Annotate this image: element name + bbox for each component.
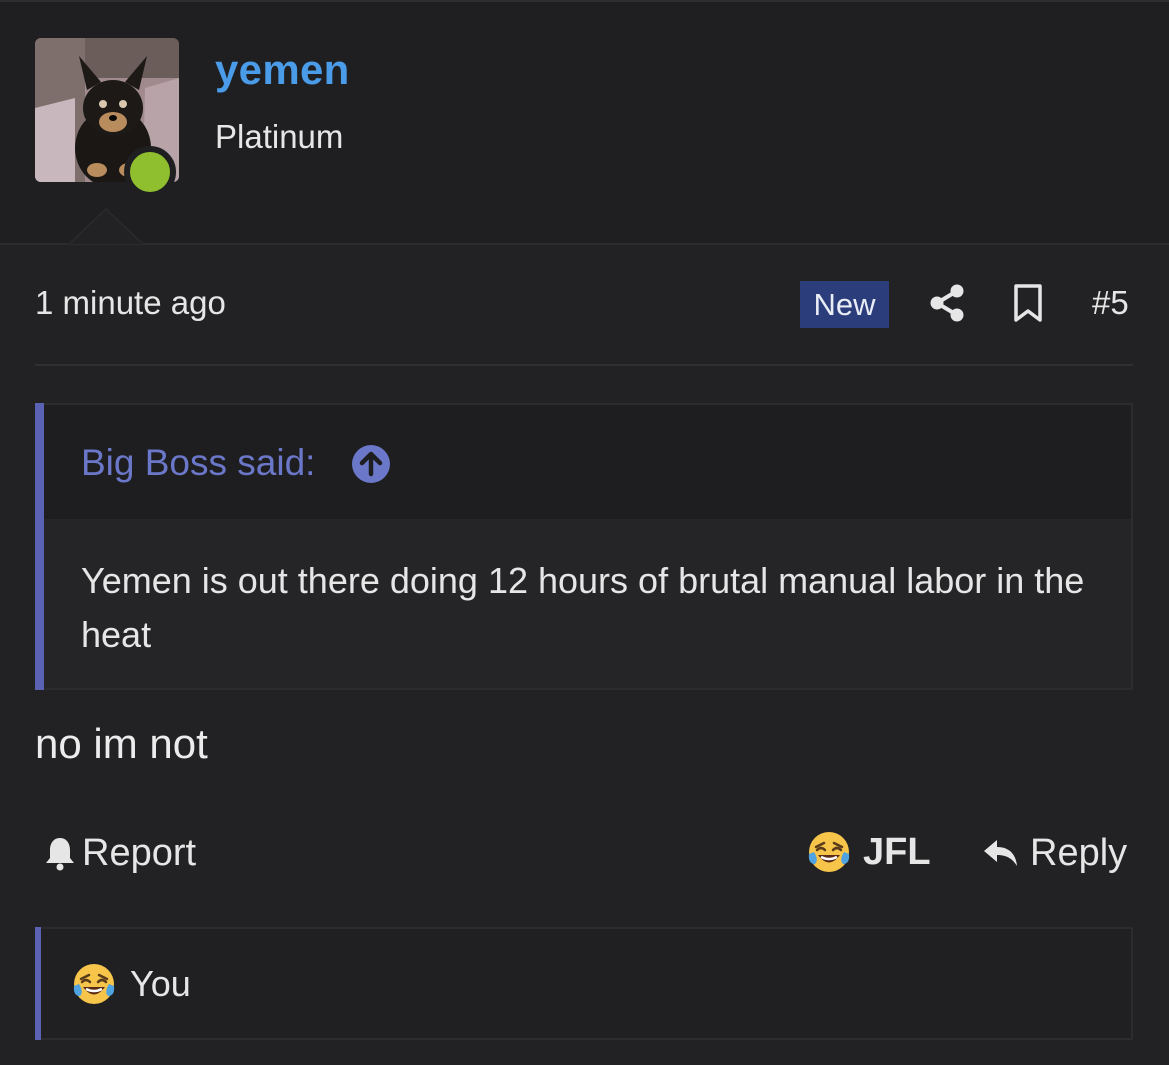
reply-label: Reply [1030,831,1128,874]
reply-button[interactable]: Reply [982,830,1127,876]
post-timestamp[interactable]: 1 minute ago [35,284,226,322]
laughing-crying-emoji-icon [73,964,115,1004]
top-border [0,0,1169,2]
share-icon[interactable] [928,283,966,323]
reactions-who: You [130,963,191,1004]
reactions-bar[interactable] [35,927,1133,1040]
header-pointer [70,210,142,244]
report-button[interactable]: Report [44,830,196,876]
bell-icon [46,838,74,871]
reactions-summary[interactable]: You [72,960,191,1008]
quote-text: Yemen is out there doing 12 hours of bru… [81,560,1085,655]
post-message: no im not [35,720,208,767]
username-link[interactable]: yemen [215,46,350,94]
divider [35,364,1133,366]
report-label: Report [82,831,197,874]
reactions-accent-bar [35,927,41,1040]
reply-arrow-icon [984,840,1017,866]
online-status-indicator [124,146,176,198]
new-badge: New [800,281,889,328]
quote-accent-bar [35,403,44,690]
jfl-reaction-button[interactable]: JFL [807,828,931,876]
jfl-label: JFL [863,830,931,873]
bookmark-icon[interactable] [1012,283,1044,323]
quote-author[interactable]: Big Boss said: [81,442,315,484]
post-number-link[interactable]: #5 [1092,284,1129,322]
post-container: yemen Platinum 1 minute ago New #5 Big B… [0,0,1169,1065]
user-title: Platinum [215,118,344,155]
laughing-crying-emoji-icon [808,832,850,872]
arrow-up-circle-icon[interactable] [351,444,391,484]
avatar[interactable] [35,38,179,198]
